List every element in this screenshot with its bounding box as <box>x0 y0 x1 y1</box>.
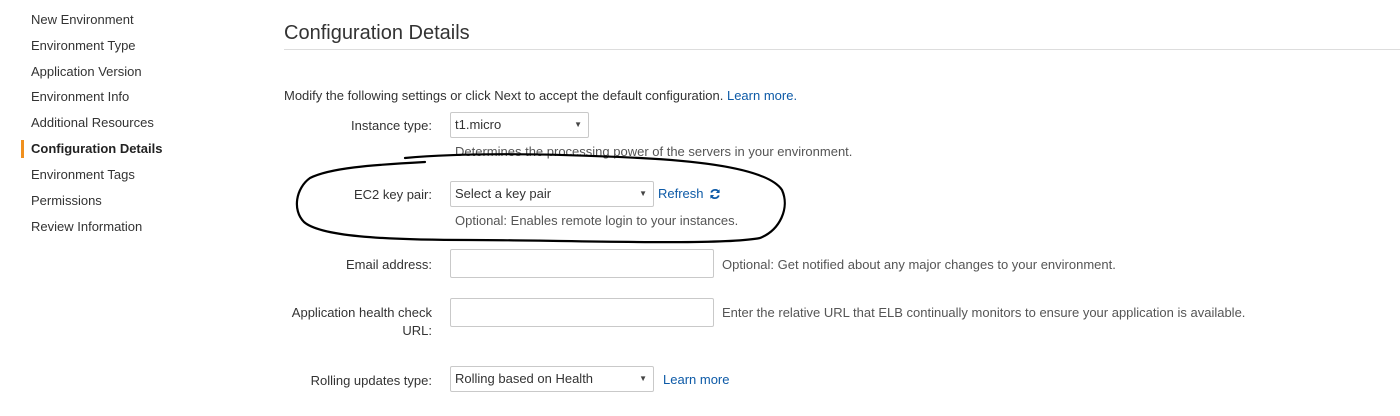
sidebar-item-permissions[interactable]: Permissions <box>31 193 102 209</box>
sidebar-item-review-information[interactable]: Review Information <box>31 219 142 235</box>
email-help: Optional: Get notified about any major c… <box>722 257 1116 272</box>
email-field[interactable] <box>450 249 714 278</box>
health-check-label-line2: URL: <box>402 323 432 338</box>
active-indicator <box>21 140 24 158</box>
intro-learn-more-link[interactable]: Learn more. <box>727 88 797 103</box>
health-check-label-line1: Application health check <box>291 305 432 320</box>
instance-type-select[interactable]: t1.micro ▼ <box>450 112 589 138</box>
intro-text: Modify the following settings or click N… <box>284 88 797 104</box>
page-title: Configuration Details <box>284 22 470 44</box>
key-pair-label: EC2 key pair: <box>353 187 432 202</box>
key-pair-help: Optional: Enables remote login to your i… <box>455 213 739 228</box>
sidebar-item-new-environment[interactable]: New Environment <box>31 12 134 28</box>
instance-type-value: t1.micro <box>455 117 502 132</box>
health-check-url-field[interactable] <box>450 298 714 327</box>
rolling-updates-select[interactable]: Rolling based on Health ▼ <box>450 366 654 392</box>
sidebar-item-configuration-details[interactable]: Configuration Details <box>31 141 162 157</box>
intro-description: Modify the following settings or click N… <box>284 88 724 103</box>
sidebar-item-environment-info[interactable]: Environment Info <box>31 89 129 105</box>
title-divider <box>284 49 1400 50</box>
annotation-circle <box>295 153 786 244</box>
rolling-updates-label: Rolling updates type: <box>310 373 432 388</box>
key-pair-select[interactable]: Select a key pair ▼ <box>450 181 654 207</box>
health-check-help: Enter the relative URL that ELB continua… <box>722 305 1246 320</box>
rolling-updates-learn-more-link[interactable]: Learn more <box>663 372 729 388</box>
instance-type-help: Determines the processing power of the s… <box>455 144 853 159</box>
sidebar-item-additional-resources[interactable]: Additional Resources <box>31 115 154 131</box>
email-label: Email address: <box>346 257 432 272</box>
sidebar-item-application-version[interactable]: Application Version <box>31 64 142 80</box>
health-check-label: Application health check URL: <box>284 304 432 340</box>
refresh-icon <box>709 188 721 204</box>
chevron-down-icon: ▼ <box>639 374 647 383</box>
key-pair-value: Select a key pair <box>455 186 552 201</box>
chevron-down-icon: ▼ <box>639 189 647 198</box>
refresh-key-pairs-link[interactable]: Refresh <box>658 186 721 204</box>
refresh-label: Refresh <box>658 186 704 201</box>
rolling-updates-value: Rolling based on Health <box>455 371 594 386</box>
sidebar-item-environment-tags[interactable]: Environment Tags <box>31 167 135 183</box>
sidebar-item-environment-type[interactable]: Environment Type <box>31 38 136 54</box>
instance-type-label: Instance type: <box>351 118 432 133</box>
chevron-down-icon: ▼ <box>574 120 582 129</box>
